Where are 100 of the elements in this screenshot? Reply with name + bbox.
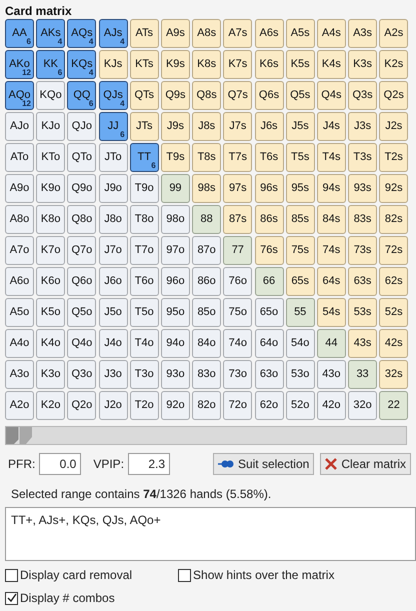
hand-cell[interactable]: QTo xyxy=(67,143,96,172)
hand-cell[interactable]: T7o xyxy=(130,236,159,265)
hand-cell[interactable]: KQo xyxy=(36,81,66,110)
hand-cell[interactable]: 95o xyxy=(160,298,190,327)
hand-cell[interactable]: Q9s xyxy=(160,81,190,110)
hand-cell[interactable]: T8o xyxy=(130,205,159,234)
hand-cell[interactable]: K9o xyxy=(36,174,66,203)
hand-cell[interactable]: K3o xyxy=(36,360,66,389)
hand-cell[interactable]: K9s xyxy=(160,50,190,79)
hand-cell[interactable]: A2s xyxy=(379,19,408,48)
hand-cell[interactable]: Q5o xyxy=(67,298,96,327)
hand-cell[interactable]: QQ 6 xyxy=(67,81,96,110)
hand-cell[interactable]: JJ 6 xyxy=(98,112,128,141)
hand-cell[interactable]: A5s xyxy=(286,19,315,48)
hand-cell[interactable]: 66 xyxy=(254,267,284,296)
hand-cell[interactable]: T9o xyxy=(130,174,159,203)
hand-cell[interactable]: 86s xyxy=(254,205,284,234)
hand-cell[interactable]: J8o xyxy=(98,205,128,234)
hand-cell[interactable]: 86o xyxy=(192,267,222,296)
hand-cell[interactable]: 83o xyxy=(192,360,222,389)
hand-cell[interactable]: K4o xyxy=(36,329,66,358)
hand-cell[interactable]: 33 xyxy=(348,360,378,389)
hand-cell[interactable]: J5s xyxy=(286,112,315,141)
hand-cell[interactable]: Q7o xyxy=(67,236,96,265)
hand-cell[interactable]: T8s xyxy=(192,143,222,172)
hand-cell[interactable]: ATo xyxy=(5,143,34,172)
hand-cell[interactable]: 65s xyxy=(286,267,315,296)
hand-cell[interactable]: K6s xyxy=(254,50,284,79)
hand-cell[interactable]: T7s xyxy=(223,143,252,172)
hand-cell[interactable]: A9o xyxy=(5,174,34,203)
hand-cell[interactable]: KTs xyxy=(130,50,159,79)
hand-cell[interactable]: QTs xyxy=(130,81,159,110)
hand-cell[interactable]: 52s xyxy=(379,298,408,327)
hand-cell[interactable]: 73s xyxy=(348,236,378,265)
hand-cell[interactable]: 85s xyxy=(286,205,315,234)
hand-cell[interactable]: AJs 4 xyxy=(98,19,128,48)
hand-cell[interactable]: 85o xyxy=(192,298,222,327)
hand-cell[interactable]: KJs xyxy=(98,50,128,79)
hand-cell[interactable]: 83s xyxy=(348,205,378,234)
hand-cell[interactable]: 73o xyxy=(223,360,252,389)
hand-cell[interactable]: J7s xyxy=(223,112,252,141)
hand-cell[interactable]: 75s xyxy=(286,236,315,265)
hand-cell[interactable]: 94o xyxy=(160,329,190,358)
hand-cell[interactable]: J9o xyxy=(98,174,128,203)
hand-cell[interactable]: 87o xyxy=(192,236,222,265)
hand-cell[interactable]: KJo xyxy=(36,112,66,141)
hand-cell[interactable]: J3s xyxy=(348,112,378,141)
hand-cell[interactable]: 54o xyxy=(286,329,315,358)
hand-cell[interactable]: AJo xyxy=(5,112,34,141)
hand-cell[interactable]: 97o xyxy=(160,236,190,265)
hand-cell[interactable]: T5s xyxy=(286,143,315,172)
hand-cell[interactable]: K6o xyxy=(36,267,66,296)
hand-cell[interactable]: 84s xyxy=(316,205,346,234)
hand-cell[interactable]: 63o xyxy=(254,360,284,389)
hand-cell[interactable]: K7s xyxy=(223,50,252,79)
hand-cell[interactable]: A7o xyxy=(5,236,34,265)
hand-cell[interactable]: T2o xyxy=(130,391,159,420)
hand-cell[interactable]: Q8o xyxy=(67,205,96,234)
hand-cell[interactable]: AA 6 xyxy=(5,19,34,48)
hand-cell[interactable]: Q6s xyxy=(254,81,284,110)
hand-cell[interactable]: Q9o xyxy=(67,174,96,203)
hand-cell[interactable]: T4s xyxy=(316,143,346,172)
checkbox[interactable] xyxy=(5,568,18,582)
hand-cell[interactable]: 54s xyxy=(316,298,346,327)
hand-cell[interactable]: T2s xyxy=(379,143,408,172)
hand-cell[interactable]: 93s xyxy=(348,174,378,203)
hand-cell[interactable]: Q2s xyxy=(379,81,408,110)
hand-cell[interactable]: 42o xyxy=(316,391,346,420)
hand-cell[interactable]: 92s xyxy=(379,174,408,203)
hand-cell[interactable]: J7o xyxy=(98,236,128,265)
hand-cell[interactable]: T6s xyxy=(254,143,284,172)
hand-cell[interactable]: KTo xyxy=(36,143,66,172)
hand-cell[interactable]: K5o xyxy=(36,298,66,327)
hand-cell[interactable]: A5o xyxy=(5,298,34,327)
hand-cell[interactable]: T9s xyxy=(160,143,190,172)
hand-cell[interactable]: K2s xyxy=(379,50,408,79)
hand-cell[interactable]: T3o xyxy=(130,360,159,389)
hand-cell[interactable]: A8o xyxy=(5,205,34,234)
hand-cell[interactable]: 82s xyxy=(379,205,408,234)
hand-cell[interactable]: 72s xyxy=(379,236,408,265)
hand-cell[interactable]: A3s xyxy=(348,19,378,48)
hand-cell[interactable]: 88 xyxy=(192,205,222,234)
hand-cell[interactable]: K5s xyxy=(286,50,315,79)
hand-cell[interactable]: A2o xyxy=(5,391,34,420)
hand-cell[interactable]: J2s xyxy=(379,112,408,141)
hand-cell[interactable]: KQs 4 xyxy=(67,50,96,79)
hand-cell[interactable]: 77 xyxy=(223,236,252,265)
vpip-field[interactable]: 2.3 xyxy=(128,453,170,475)
slider-track[interactable] xyxy=(5,426,407,445)
hand-cell[interactable]: JTs xyxy=(130,112,159,141)
hand-cell[interactable]: A9s xyxy=(160,19,190,48)
hand-cell[interactable]: Q7s xyxy=(223,81,252,110)
hand-cell[interactable]: K7o xyxy=(36,236,66,265)
hand-cell[interactable]: Q2o xyxy=(67,391,96,420)
hand-cell[interactable]: Q6o xyxy=(67,267,96,296)
hand-cell[interactable]: 95s xyxy=(286,174,315,203)
hand-cell[interactable]: K8o xyxy=(36,205,66,234)
hand-cell[interactable]: ATs xyxy=(130,19,159,48)
hand-cell[interactable]: 32o xyxy=(348,391,378,420)
hand-cell[interactable]: T4o xyxy=(130,329,159,358)
